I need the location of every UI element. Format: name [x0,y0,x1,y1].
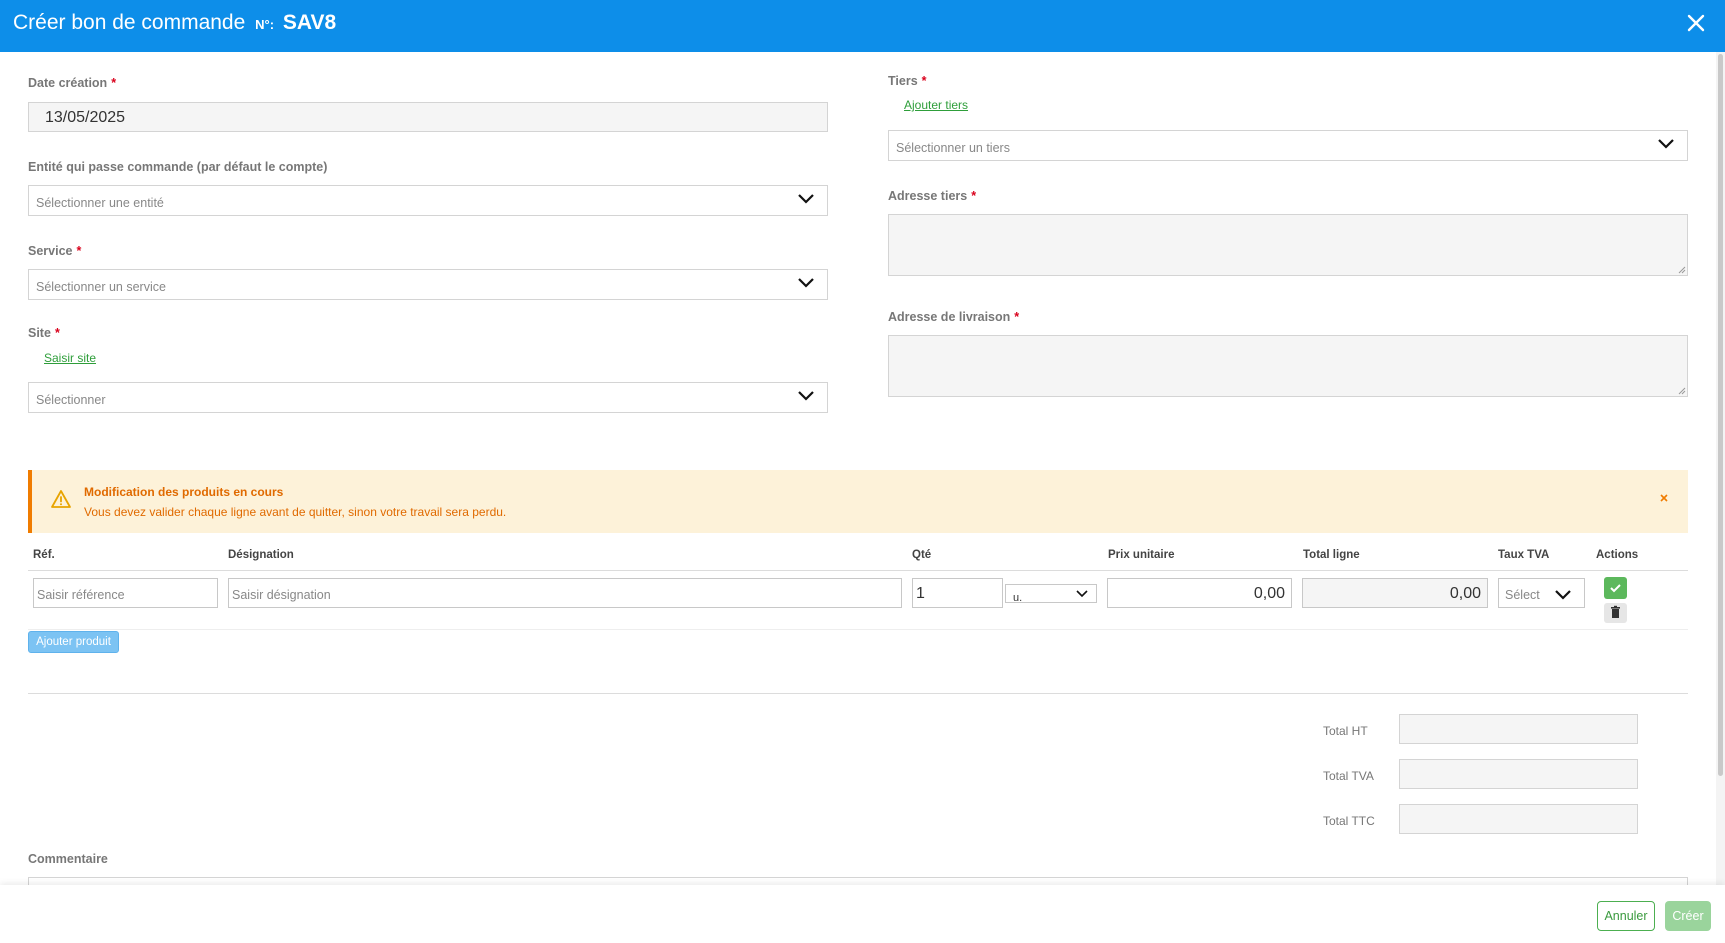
alert-title: Modification des produits en cours [84,485,284,499]
tiers-placeholder: Sélectionner un tiers [896,141,1010,155]
adresse-tiers-textarea[interactable] [888,214,1688,276]
total-tva-label: Total TVA [1323,769,1374,783]
tiers-select[interactable]: Sélectionner un tiers [888,130,1688,161]
modal-title-text: Créer bon de commande [13,11,246,34]
unit-price-input[interactable]: 0,00 [1107,578,1292,608]
commentaire-label: Commentaire [28,852,108,866]
close-icon[interactable] [1683,10,1709,36]
check-icon [1610,584,1621,593]
tva-placeholder: Sélect [1505,588,1540,602]
trash-icon [1611,605,1620,618]
column-header-ref: Réf. [33,549,55,561]
designation-input[interactable]: Saisir désignation [228,578,902,608]
unit-value: u. [1013,592,1023,604]
adresse-livraison-textarea[interactable] [888,335,1688,397]
column-header-designation: Désignation [228,549,294,561]
alert-message: Vous devez valider chaque ligne avant de… [84,505,507,519]
date-creation-label: Date création * [28,76,117,90]
site-select[interactable]: Sélectionner [28,382,828,413]
chevron-down-icon [1076,590,1088,598]
total-ttc-label: Total TTC [1323,814,1375,828]
total-ht-label: Total HT [1323,724,1368,738]
chevron-down-icon [1658,139,1674,149]
warning-icon [51,490,71,508]
qty-value: 1 [916,585,925,602]
modal-header: Créer bon de commande N°: SAV8 [0,0,1725,52]
entite-select[interactable]: Sélectionner une entité [28,185,828,216]
cancel-button[interactable]: Annuler [1597,901,1655,931]
modal-footer [0,885,1725,943]
date-creation-value: 13/05/2025 [45,109,126,126]
unit-select[interactable]: u. [1005,584,1097,604]
designation-placeholder: Saisir désignation [232,588,331,602]
service-placeholder: Sélectionner un service [36,280,166,294]
chevron-down-icon [1555,590,1571,600]
tva-select[interactable]: Sélect [1498,578,1585,608]
modal-title: Créer bon de commande N°: SAV8 [13,11,336,35]
chevron-down-icon [798,278,814,288]
resize-grip-icon[interactable] [1678,266,1686,274]
add-product-button[interactable]: Ajouter produit [28,631,119,653]
entite-label: Entité qui passe commande (par défaut le… [28,160,328,174]
column-header-total-ligne: Total ligne [1303,549,1360,561]
table-header-divider [28,570,1688,571]
total-tva-field [1399,759,1638,789]
delete-line-button[interactable] [1604,603,1627,623]
site-placeholder: Sélectionner [36,393,106,407]
chevron-down-icon [798,391,814,401]
ref-input[interactable]: Saisir référence [33,578,218,608]
chevron-down-icon [798,194,814,204]
ajouter-tiers-link[interactable]: Ajouter tiers [904,98,968,112]
validate-line-button[interactable] [1604,577,1627,599]
column-header-prix-unitaire: Prix unitaire [1108,549,1175,561]
close-icon[interactable] [1658,492,1670,504]
column-header-actions: Actions [1596,549,1639,561]
tiers-label: Tiers * [888,74,927,88]
total-ht-field [1399,714,1638,744]
service-label: Service * [28,244,82,258]
order-number-label: N°: [255,17,275,32]
total-ttc-field [1399,804,1638,834]
column-header-taux-tva: Taux TVA [1498,549,1550,561]
resize-grip-icon[interactable] [1678,387,1686,395]
date-creation-field[interactable]: 13/05/2025 [28,102,828,132]
create-button[interactable]: Créer [1665,901,1711,931]
table-row-divider [28,629,1688,630]
section-divider [28,693,1688,694]
entite-placeholder: Sélectionner une entité [36,196,164,210]
column-header-qte: Qté [912,549,932,561]
unit-price-value: 0,00 [1253,585,1285,602]
qty-input[interactable]: 1 [912,578,1003,608]
site-label: Site * [28,326,60,340]
scrollbar-thumb[interactable] [1718,54,1723,776]
total-line-field: 0,00 [1302,578,1488,608]
warning-alert: Modification des produits en cours Vous … [28,470,1688,533]
saisir-site-link[interactable]: Saisir site [44,351,96,365]
total-line-value: 0,00 [1449,585,1481,602]
adresse-tiers-label: Adresse tiers * [888,189,977,203]
adresse-livraison-label: Adresse de livraison * [888,310,1020,324]
ref-placeholder: Saisir référence [37,588,125,602]
service-select[interactable]: Sélectionner un service [28,269,828,300]
order-number: SAV8 [282,11,337,34]
